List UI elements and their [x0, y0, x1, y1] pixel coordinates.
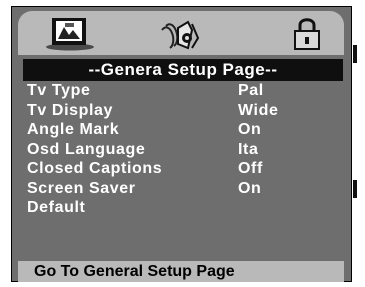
edge-marker: [353, 180, 357, 198]
menu-item-screen-saver[interactable]: Screen Saver On: [27, 179, 347, 199]
menu-item-label: Angle Mark: [27, 121, 120, 138]
status-bar: Go To General Setup Page: [18, 261, 344, 282]
menu-item-label: Screen Saver: [27, 179, 136, 197]
padlock-icon: [294, 18, 320, 50]
menu-item-label: Tv Type: [27, 82, 91, 99]
tv-screen-icon: [46, 18, 94, 51]
page-title: --Genera Setup Page--: [23, 59, 343, 81]
edge-marker: [353, 45, 357, 63]
menu-item-value: On: [238, 121, 262, 138]
tab-bar: [18, 11, 344, 55]
tab-audio-setup[interactable]: [158, 16, 208, 52]
menu-item-tv-display[interactable]: Tv Display Wide: [27, 101, 347, 121]
osd-setup-screen: --Genera Setup Page-- Tv Type Pal Tv Dis…: [11, 6, 352, 282]
setup-menu: Tv Type Pal Tv Display Wide Angle Mark O…: [27, 81, 347, 218]
menu-item-value: Wide: [238, 101, 279, 119]
menu-item-tv-type[interactable]: Tv Type Pal: [27, 81, 347, 101]
menu-item-label: Closed Captions: [27, 160, 163, 177]
menu-item-value: Pal: [238, 82, 264, 99]
menu-item-label: Tv Display: [27, 101, 114, 119]
menu-item-angle-mark[interactable]: Angle Mark On: [27, 120, 347, 140]
menu-item-closed-captions[interactable]: Closed Captions Off: [27, 159, 347, 179]
menu-item-label: Default: [27, 199, 86, 216]
speaker-audio-icon: [161, 20, 200, 50]
menu-item-default[interactable]: Default: [27, 198, 347, 218]
menu-item-value: Off: [238, 160, 263, 177]
menu-item-value: Ita: [238, 140, 259, 158]
tab-general-setup[interactable]: [42, 16, 98, 52]
menu-item-value: On: [238, 179, 262, 197]
menu-item-osd-language[interactable]: Osd Language Ita: [27, 140, 347, 160]
menu-item-label: Osd Language: [27, 140, 146, 158]
tab-password-setup[interactable]: [290, 16, 324, 52]
